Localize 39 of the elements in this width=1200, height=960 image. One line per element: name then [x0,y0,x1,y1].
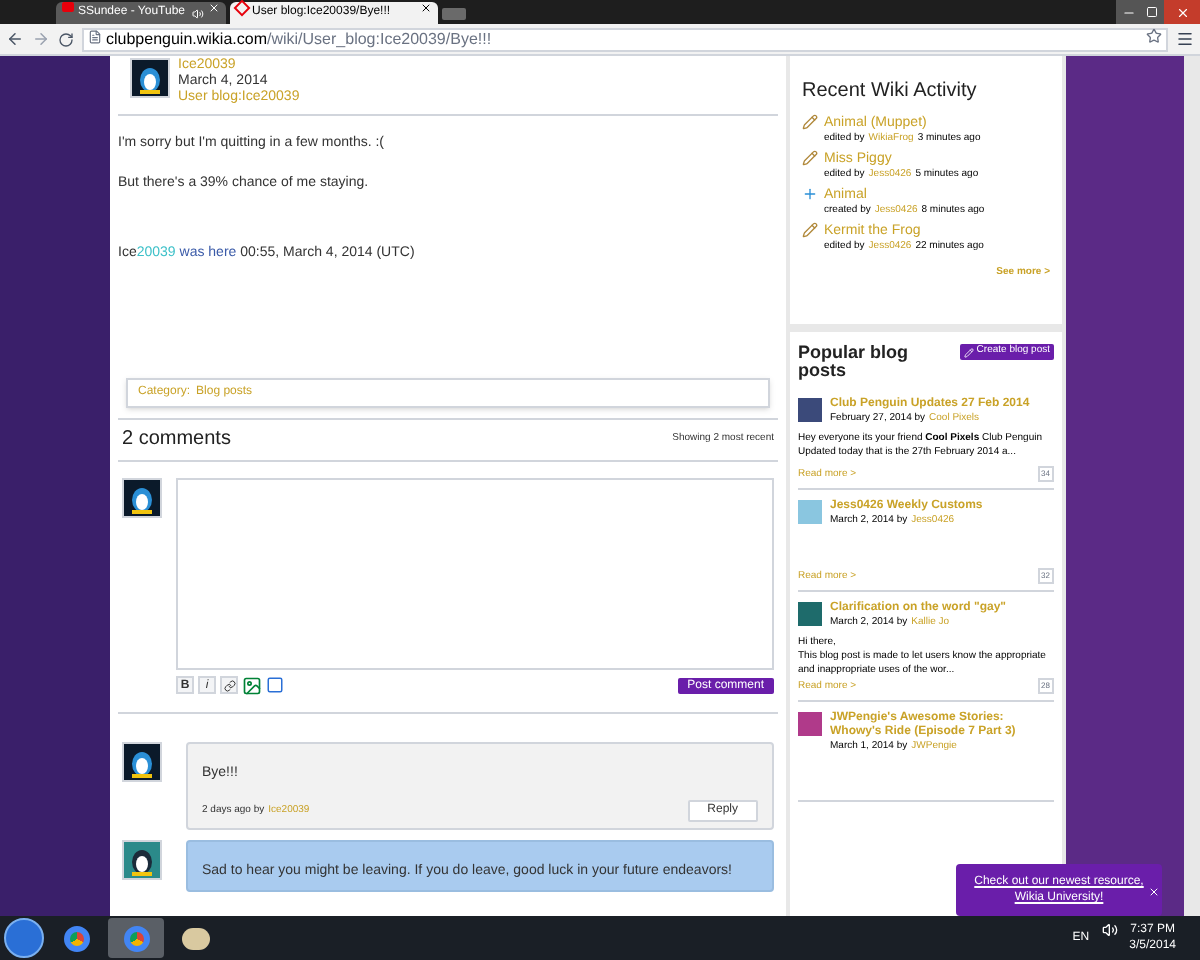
page-icon [88,29,102,43]
url-host: clubpenguin.wikia.com [106,27,267,51]
close-icon [208,2,220,14]
start-button[interactable] [4,918,44,958]
image-button[interactable] [242,675,262,695]
menu-button[interactable] [1176,30,1194,48]
maximize-icon [1146,6,1158,18]
video-icon [62,2,74,12]
blog-thumbnail [798,398,822,422]
pencil-icon [802,222,818,238]
blog-thumbnail [798,712,822,736]
browser-icon [63,925,89,951]
close-icon [1148,886,1160,898]
back-button[interactable] [6,30,24,48]
plus-icon [802,186,818,202]
maximize-button[interactable] [1140,0,1164,24]
blog-thumbnail [798,500,822,524]
pencil-icon [802,150,818,166]
reload-button[interactable] [58,31,74,47]
address-field[interactable]: clubpenguin.wikia.com/wiki/User_blog:Ice20039/Bye!!! [82,27,1168,51]
minimize-button[interactable] [1116,0,1140,24]
close-icon [1175,5,1189,19]
avatar-picture [122,741,162,781]
media-button[interactable] [266,676,284,694]
browser-icon [123,925,149,951]
blogs-heading: Popular blog posts [798,344,910,380]
link-button[interactable] [220,676,238,694]
star-icon [1146,27,1162,43]
close-icon [420,2,432,14]
avatar-picture [122,477,162,517]
activity-heading: Recent Wiki Activity [802,78,979,106]
url-path: /wiki/User_blog:Ice20039/Bye!!! [267,27,492,51]
speaker-icon [1101,922,1118,938]
blog-thumbnail [798,602,822,626]
comments-heading: 2 comments [122,426,231,454]
pencil-icon [964,347,975,357]
pencil-icon [802,114,818,130]
comment-input-field[interactable] [176,477,774,669]
avatar-picture [122,840,162,880]
